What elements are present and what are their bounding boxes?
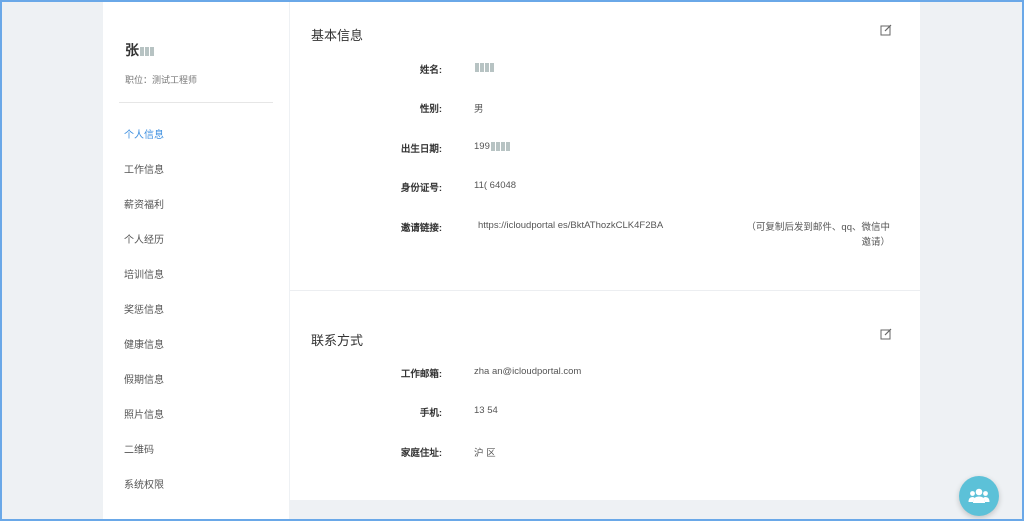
basic-info-title: 基本信息 — [311, 28, 364, 43]
invite-note: （可复制后发到邮件、qq、微信中 邀请） — [740, 220, 890, 250]
field-label: 家庭住址: — [400, 448, 442, 459]
field-label: 邀请链接: — [400, 223, 442, 234]
sidebar-item-rewards[interactable]: 奖惩信息 — [103, 293, 289, 328]
sidebar-divider — [119, 102, 273, 103]
field-value: 男 — [474, 104, 484, 115]
contact-title: 联系方式 — [311, 333, 364, 348]
sidebar-item-experience[interactable]: 个人经历 — [103, 223, 289, 258]
sidebar: 张 职位：测试工程师 个人信息 工作信息 薪资福利 个人经历 培训信息 奖惩信息… — [103, 0, 289, 521]
users-icon — [968, 488, 990, 503]
sidebar-menu: 个人信息 工作信息 薪资福利 个人经历 培训信息 奖惩信息 健康信息 假期信息 … — [103, 118, 289, 503]
field-value: zha an@icloudportal.com — [474, 366, 582, 377]
field-label: 身份证号: — [400, 183, 442, 194]
field-value: 199 — [474, 141, 510, 152]
user-role: 职位：测试工程师 — [125, 75, 198, 85]
sidebar-item-photo[interactable]: 照片信息 — [103, 398, 289, 433]
invite-note-line2: 邀请） — [861, 237, 890, 248]
main-card: 基本信息 姓名: 性别: 男 出生日期: 199 身份证号: 11( 64048… — [290, 0, 920, 500]
sidebar-item-salary[interactable]: 薪资福利 — [103, 188, 289, 223]
field-value: 11( 64048 — [474, 180, 517, 191]
user-name-text: 张 — [125, 42, 139, 58]
sidebar-item-qrcode[interactable]: 二维码 — [103, 433, 289, 468]
field-label: 工作邮箱: — [400, 369, 442, 380]
edit-icon[interactable] — [880, 328, 892, 340]
contact-section: 联系方式 工作邮箱: zha an@icloudportal.com 手机: 1… — [290, 300, 920, 500]
sidebar-item-leave[interactable]: 假期信息 — [103, 363, 289, 398]
field-label: 出生日期: — [400, 144, 442, 155]
users-fab-button[interactable] — [959, 476, 999, 516]
sidebar-item-health[interactable]: 健康信息 — [103, 328, 289, 363]
sidebar-item-work-info[interactable]: 工作信息 — [103, 153, 289, 188]
invite-link[interactable]: https://icloudportal es/BktAThozkCLK4F2B… — [478, 220, 663, 231]
sidebar-item-training[interactable]: 培训信息 — [103, 258, 289, 293]
field-value — [474, 62, 494, 73]
field-label: 手机: — [419, 408, 442, 419]
sidebar-item-personal-info[interactable]: 个人信息 — [103, 118, 289, 153]
user-name: 张 — [125, 40, 154, 60]
invite-note-line1: （可复制后发到邮件、qq、微信中 — [746, 222, 890, 233]
edit-icon[interactable] — [880, 24, 892, 36]
basic-info-section: 基本信息 姓名: 性别: 男 出生日期: 199 身份证号: 11( 64048… — [290, 0, 920, 291]
sidebar-item-permissions[interactable]: 系统权限 — [103, 468, 289, 503]
field-value: 沪 区 — [474, 448, 496, 459]
field-label: 性别: — [419, 104, 442, 115]
field-label: 姓名: — [419, 65, 442, 76]
field-value: 13 54 — [474, 405, 498, 416]
